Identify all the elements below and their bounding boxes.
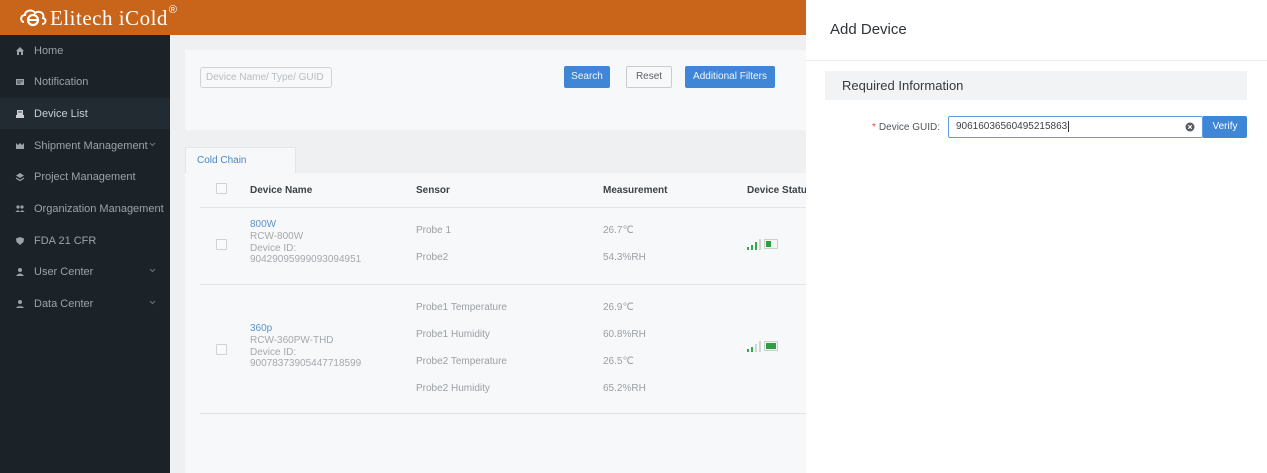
sensor-name: Probe2 [416,252,449,263]
measurement-value: 26.9℃ [603,302,634,313]
row-checkbox[interactable] [216,239,227,250]
device-table: Device Name Sensor Measurement Device St… [185,173,821,473]
layers-icon [15,172,25,182]
reset-button[interactable]: Reset [626,66,672,88]
device-guid-label: * Device GUID: [872,122,940,133]
home-icon [15,46,25,56]
additional-filters-button[interactable]: Additional Filters [685,66,775,88]
sidebar-item-label: Data Center [34,297,94,310]
sidebar-item-label: Home [34,44,64,57]
sidebar-item-label: FDA 21 CFR [34,234,97,247]
signal-strength-icon [747,239,761,250]
chevron-down-icon [149,268,156,273]
section-header: Required Information [825,71,1247,100]
sidebar-item-home[interactable]: Home [0,35,170,66]
main-content: Device Name/ Type/ GUID Search Reset Add… [170,35,821,473]
text-caret [1068,120,1070,132]
device-id-value: 90429095999093094951 [250,254,362,265]
sidebar-item-organization-management[interactable]: Organization Management [0,193,170,224]
measurement-value: 26.7℃ [603,225,634,236]
row-divider [200,284,821,285]
device-icon [15,109,25,119]
search-button[interactable]: Search [564,66,610,88]
battery-icon [764,341,778,351]
measurement-value: 26.5℃ [603,356,634,367]
measurement-value: 60.8%RH [603,329,646,340]
sidebar-item-label: Shipment Management [34,139,148,152]
sidebar-item-data-center[interactable]: Data Center [0,288,170,319]
data-user-icon [15,299,25,309]
shield-icon [15,236,25,246]
battery-icon [764,239,778,249]
device-model: RCW-800W [250,231,304,242]
sidebar-item-notification[interactable]: Notification [0,66,170,97]
sensor-name: Probe1 Temperature [416,302,507,313]
header-divider [200,207,821,208]
chevron-down-icon [149,300,156,305]
device-guid-label-text: Device GUID: [878,122,941,133]
device-id-label: Device ID: [250,347,297,358]
sensor-name: Probe2 Temperature [416,356,507,367]
registered-mark: ® [168,4,178,16]
drawer-title: Add Device [830,21,907,38]
sidebar-item-fda-21-cfr[interactable]: FDA 21 CFR [0,225,170,256]
truck-icon [15,141,25,151]
sidebar-item-label: Organization Management [34,202,164,215]
device-guid-value: 90616036560495215863 [956,121,1068,132]
signal-strength-icon [747,341,761,352]
sidebar-item-label: User Center [34,265,94,278]
verify-button[interactable]: Verify [1203,116,1247,138]
device-search-input[interactable]: Device Name/ Type/ GUID [200,67,332,88]
row-divider [200,413,821,414]
measurement-value: 65.2%RH [603,383,646,394]
brand-logo[interactable]: Elitech iCold ® [18,4,178,31]
brand-name: Elitech iCold [50,5,168,30]
tab-cold-chain-monitoring[interactable]: Cold Chain Monitoring [185,147,296,192]
chevron-down-icon [149,142,156,147]
device-guid-input[interactable]: 90616036560495215863 [948,116,1203,138]
sidebar-item-label: Device List [34,107,88,120]
sensor-name: Probe2 Humidity [416,383,490,394]
org-icon [15,204,25,214]
sidebar: Home Notification Device List Shipment M… [0,35,170,473]
sensor-name: Probe1 Humidity [416,329,490,340]
device-name-link[interactable]: 800W [250,219,276,230]
sidebar-item-label: Project Management [34,170,136,183]
device-id-value: 90078373905447718599 [250,358,362,369]
column-header-device-name: Device Name [250,185,313,196]
measurement-value: 54.3%RH [603,252,646,263]
column-header-device-status: Device Status [747,185,813,196]
sensor-name: Probe 1 [416,225,452,236]
message-icon [15,77,25,87]
sidebar-item-user-center[interactable]: User Center [0,256,170,287]
column-header-sensor: Sensor [416,185,450,196]
device-id-label: Device ID: [250,243,297,254]
logo-icon [20,9,47,27]
sidebar-item-project-management[interactable]: Project Management [0,161,170,192]
sidebar-item-shipment-management[interactable]: Shipment Management [0,130,170,161]
device-name-link[interactable]: 360p [250,323,272,334]
user-icon [15,267,25,277]
sidebar-item-device-list[interactable]: Device List [0,98,170,129]
sidebar-item-label: Notification [34,75,89,88]
add-device-drawer: Add Device Required Information * Device … [806,0,1267,473]
clear-icon[interactable] [1185,122,1195,132]
device-model: RCW-360PW-THD [250,335,334,346]
row-checkbox[interactable] [216,344,227,355]
select-all-checkbox[interactable] [216,183,227,194]
column-header-measurement: Measurement [603,185,668,196]
filter-bar: Device Name/ Type/ GUID Search Reset Add… [185,50,821,130]
required-mark: * [872,122,876,133]
drawer-divider [806,60,1267,61]
